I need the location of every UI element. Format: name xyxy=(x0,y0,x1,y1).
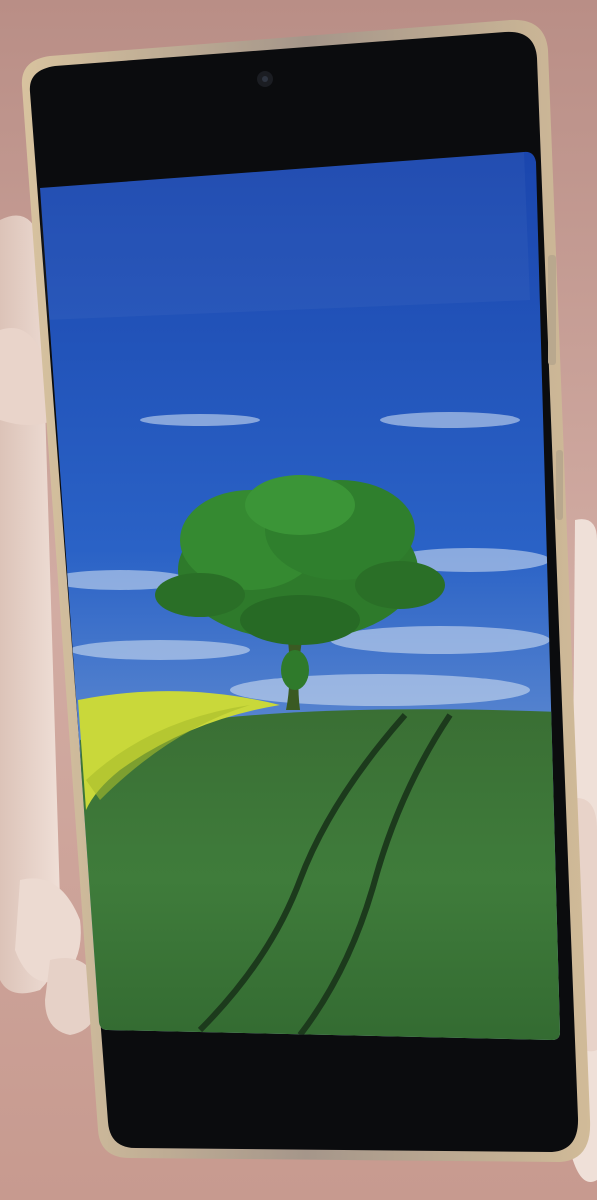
photo-scene xyxy=(0,0,597,1200)
volume-button xyxy=(548,255,556,365)
power-button xyxy=(556,450,563,520)
